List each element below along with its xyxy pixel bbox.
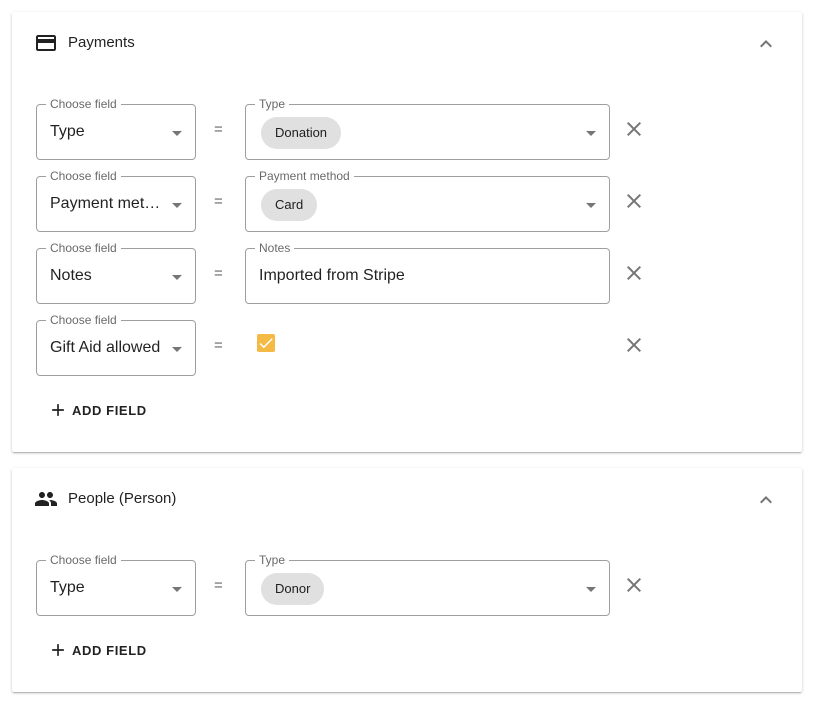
payments-panel: Payments Choose field Type = Type Donati… <box>12 12 802 452</box>
people-title: People (Person) <box>68 490 177 507</box>
choose-field-label: Choose field <box>46 553 121 567</box>
choose-field-value: Type <box>50 123 85 140</box>
notes-input[interactable]: Notes Imported from Stripe <box>245 241 610 304</box>
dropdown-arrow-icon <box>172 347 182 352</box>
choose-field-select[interactable]: Choose field Type <box>36 97 196 160</box>
choose-field-label: Choose field <box>46 313 121 327</box>
choose-field-select[interactable]: Choose field Notes <box>36 241 196 304</box>
equals-operator: = <box>214 121 223 138</box>
type-select[interactable]: Type Donor <box>245 553 610 616</box>
choose-field-label: Choose field <box>46 169 121 183</box>
chevron-up-icon[interactable] <box>754 488 778 512</box>
payment-method-select[interactable]: Payment method Card <box>245 169 610 232</box>
dropdown-arrow-icon <box>586 587 596 592</box>
credit-card-icon <box>36 35 56 51</box>
dropdown-arrow-icon <box>172 587 182 592</box>
plus-icon <box>52 644 64 656</box>
gift-aid-checkbox[interactable] <box>257 334 275 352</box>
close-icon[interactable] <box>622 573 646 597</box>
add-field-label: ADD FIELD <box>72 642 147 658</box>
equals-operator: = <box>214 193 223 210</box>
donation-chip: Donation <box>261 117 342 149</box>
people-icon <box>35 492 57 506</box>
choose-field-select[interactable]: Choose field Gift Aid allowed <box>36 313 196 376</box>
choose-field-label: Choose field <box>46 241 121 255</box>
filter-row: Choose field Gift Aid allowed = <box>36 313 656 376</box>
people-panel-header[interactable]: People (Person) <box>12 468 802 530</box>
choose-field-value: Gift Aid allowed <box>50 339 161 356</box>
choose-field-select[interactable]: Choose field Payment method <box>36 169 196 232</box>
notes-value: Imported from Stripe <box>259 267 405 284</box>
dropdown-arrow-icon <box>172 131 182 136</box>
equals-operator: = <box>214 337 223 354</box>
dropdown-arrow-icon <box>586 131 596 136</box>
filter-row: Choose field Type = Type Donor <box>36 553 656 616</box>
filter-row: Choose field Payment method = Payment me… <box>36 169 656 232</box>
equals-operator: = <box>214 265 223 282</box>
plus-icon <box>52 404 64 416</box>
close-icon[interactable] <box>622 333 646 357</box>
add-field-button[interactable]: ADD FIELD <box>44 632 155 668</box>
equals-operator: = <box>214 577 223 594</box>
add-field-button[interactable]: ADD FIELD <box>44 392 155 428</box>
payment-method-label: Payment method <box>255 169 354 183</box>
filter-row: Choose field Notes = Notes Imported from… <box>36 241 656 304</box>
card-chip: Card <box>261 189 318 221</box>
choose-field-value: Notes <box>50 267 92 284</box>
choose-field-select[interactable]: Choose field Type <box>36 553 196 616</box>
close-icon[interactable] <box>622 189 646 213</box>
dropdown-arrow-icon <box>586 203 596 208</box>
choose-field-label: Choose field <box>46 97 121 111</box>
payments-panel-header[interactable]: Payments <box>12 12 802 74</box>
check-icon <box>259 338 273 349</box>
close-icon[interactable] <box>622 117 646 141</box>
type-label: Type <box>255 97 290 111</box>
filter-row: Choose field Type = Type Donation <box>36 97 656 160</box>
add-field-label: ADD FIELD <box>72 402 147 418</box>
choose-field-value: Payment method <box>50 195 162 212</box>
payments-title: Payments <box>68 34 135 51</box>
donor-chip: Donor <box>261 573 325 605</box>
type-label: Type <box>255 553 290 567</box>
choose-field-value: Type <box>50 579 85 596</box>
notes-label: Notes <box>255 241 295 255</box>
people-panel: People (Person) Choose field Type = Type… <box>12 468 802 692</box>
type-select[interactable]: Type Donation <box>245 97 610 160</box>
dropdown-arrow-icon <box>172 275 182 280</box>
dropdown-arrow-icon <box>172 203 182 208</box>
chevron-up-icon[interactable] <box>754 32 778 56</box>
close-icon[interactable] <box>622 261 646 285</box>
